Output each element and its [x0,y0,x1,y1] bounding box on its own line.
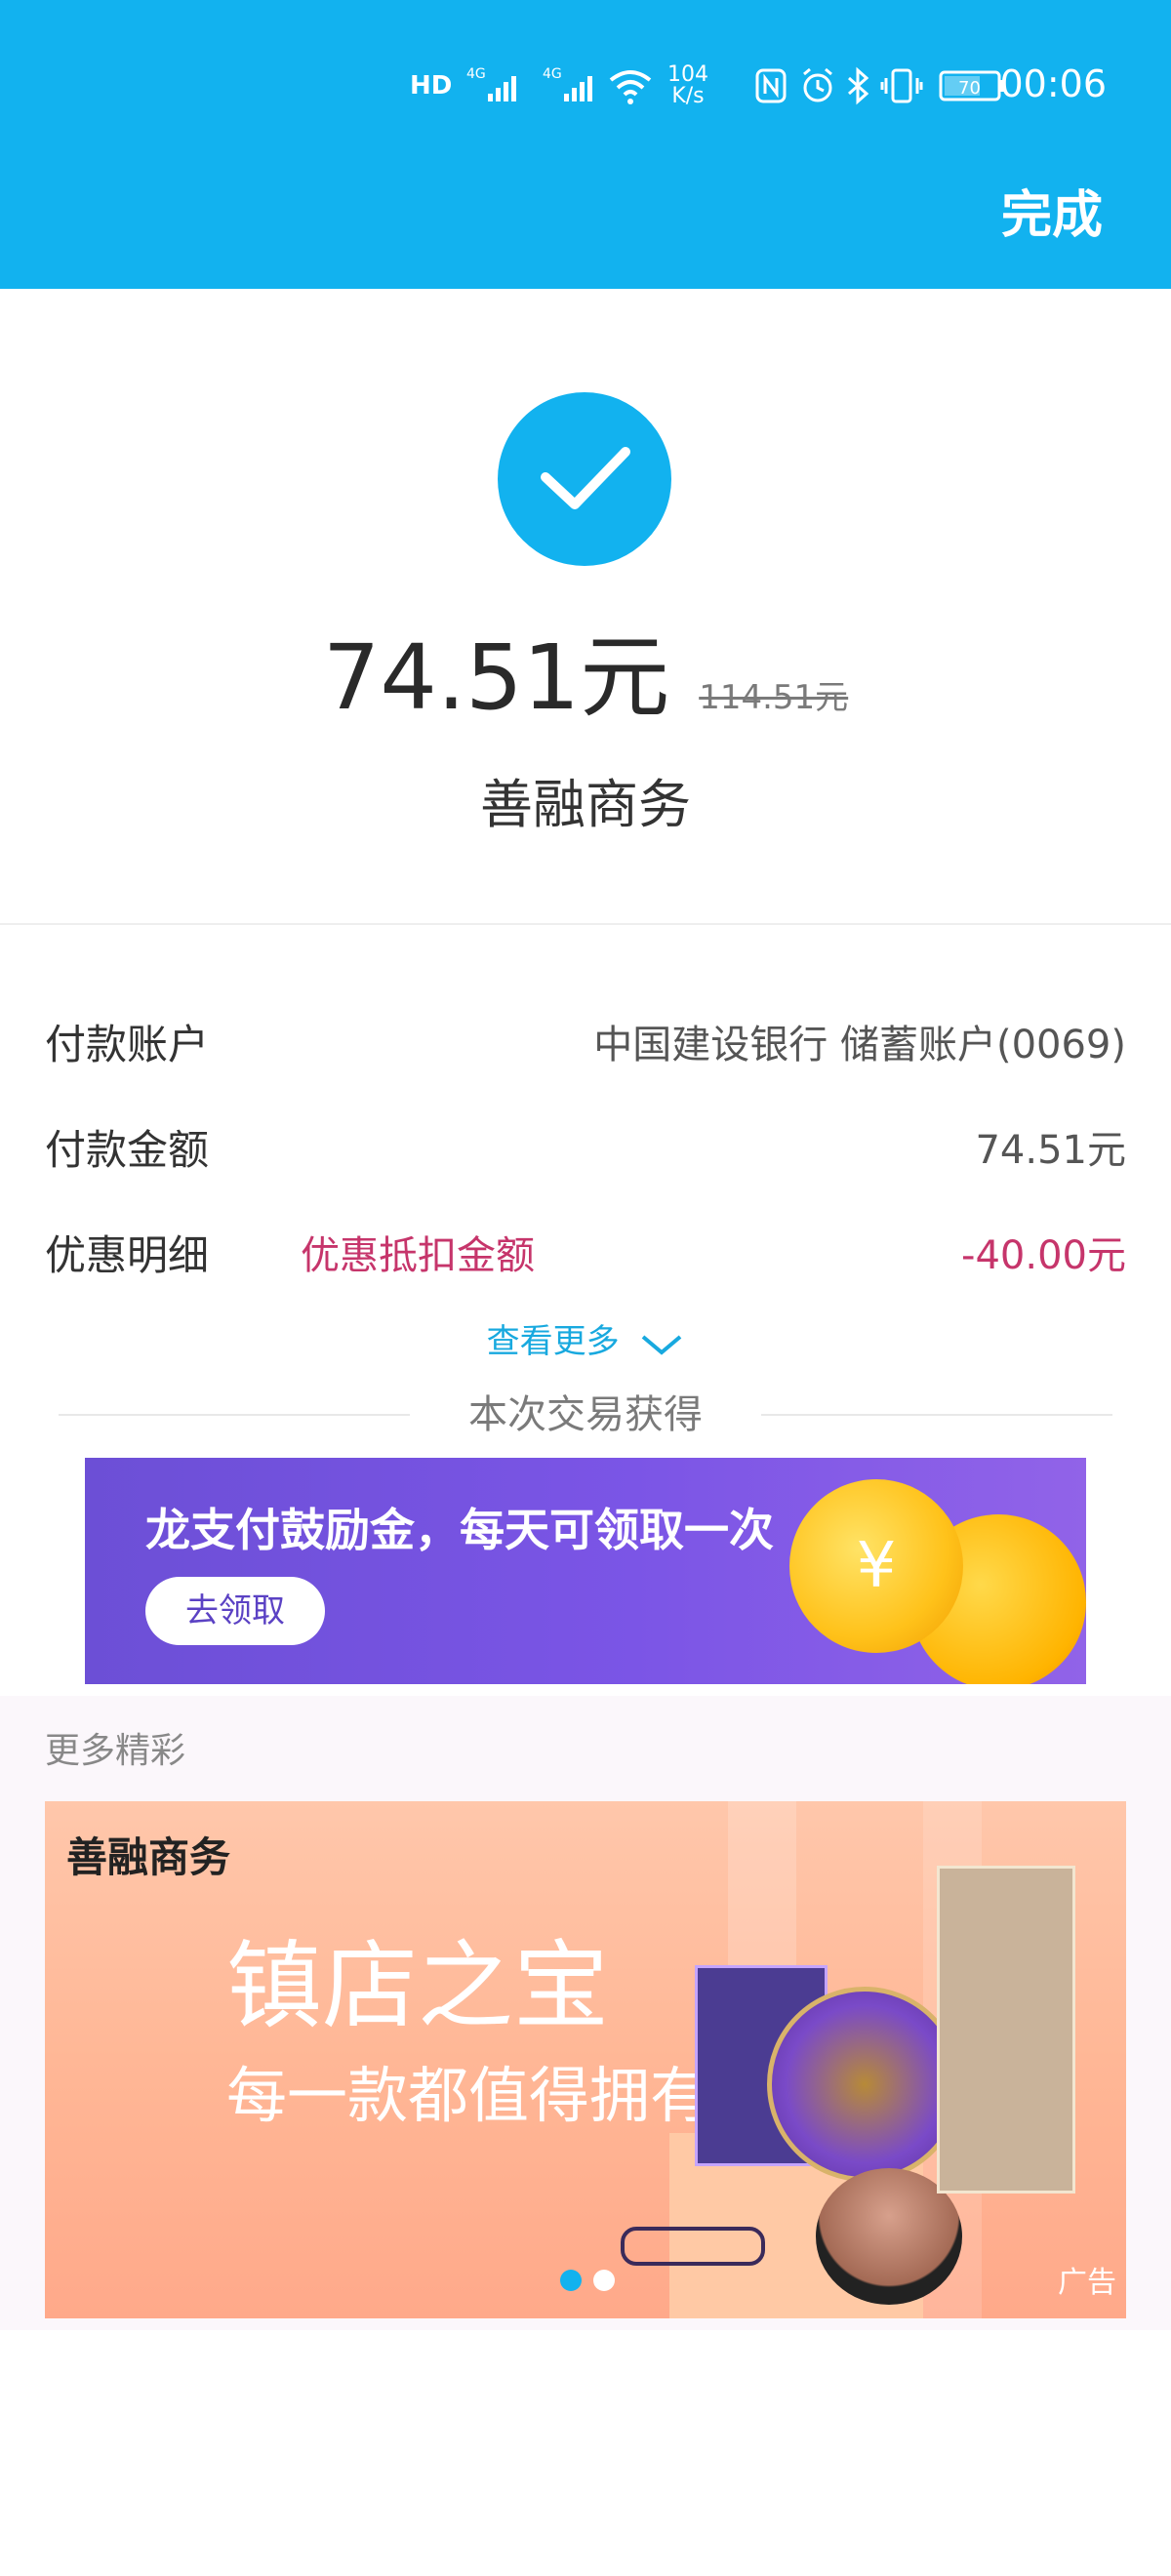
status-bar: HD 4G 4G 104 K/s 70 00:06 [0,0,1171,172]
carousel-dot[interactable] [593,2270,615,2291]
status-time: 00:06 [999,62,1107,105]
nfc-icon [753,64,788,107]
net-speed: 104 K/s [664,64,712,107]
ad-headline: 镇店之宝 [226,1931,610,2042]
header-bar: HD 4G 4G 104 K/s 70 00:06 完成 [0,0,1171,289]
done-button[interactable]: 完成 [1001,181,1103,250]
success-check-icon [498,392,671,566]
net-speed-value: 104 [667,62,708,87]
product-tin-icon [767,1987,962,2182]
detail-value: 中国建设银行 储蓄账户(0069) [593,1023,1126,1067]
detail-row-amount: 付款金额 74.51元 [45,1116,1126,1185]
discount-value: -40.00元 [961,1233,1126,1278]
bluetooth-icon [843,64,872,107]
alarm-icon [798,64,837,107]
rice-bag-icon [937,1866,1075,2194]
coin-icon: ¥ [789,1479,963,1653]
detail-row-account: 付款账户 中国建设银行 储蓄账户(0069) [45,1011,1126,1079]
paid-amount: 74.51元 [322,625,670,730]
discount-sub-label: 优惠抵扣金额 [301,1233,535,1278]
signal-2-label: 4G [543,66,562,82]
merchant-name: 善融商务 [480,774,691,835]
battery-icon: 70 [939,64,1007,107]
amount-row: 74.51元 114.51元 [0,624,1171,732]
signal-icon-1: 4G [466,64,535,107]
carousel-dot-active[interactable] [560,2270,582,2291]
original-amount: 114.51元 [699,678,849,717]
detail-label: 优惠明细 [45,1231,210,1279]
reward-banner[interactable]: ¥ 龙支付鼓励金，每天可领取一次 去领取 [85,1458,1086,1684]
detail-label: 付款账户 [45,1021,210,1068]
detail-value: 74.51元 [975,1128,1126,1173]
more-section-title: 更多精彩 [45,1731,186,1771]
ad-brand: 善融商务 [66,1833,231,1881]
reward-title: 龙支付鼓励金，每天可领取一次 [145,1504,774,1556]
claim-button[interactable]: 去领取 [145,1577,325,1645]
signal-icon-2: 4G [543,64,611,107]
signal-1-label: 4G [466,66,486,82]
gain-section-heading: 本次交易获得 [59,1386,1112,1444]
ad-subline: 每一款都值得拥有 [226,2060,711,2131]
battery-level: 70 [958,78,981,99]
chevron-down-icon [642,1334,682,1355]
vibrate-icon [880,64,923,107]
view-more-link[interactable]: 查看更多 [0,1317,1171,1366]
detail-label: 付款金额 [45,1126,210,1174]
hd-icon: HD [410,71,453,101]
view-more-label: 查看更多 [486,1322,620,1361]
net-speed-unit: K/s [671,84,705,108]
gain-title: 本次交易获得 [468,1392,703,1437]
ad-label: 广告 [1058,2266,1116,2300]
bracelet-icon [621,2227,765,2266]
wifi-icon [607,64,654,107]
ad-banner[interactable]: 善融商务 镇店之宝 每一款都值得拥有 广告 [45,1801,1126,2318]
detail-row-discount: 优惠明细 优惠抵扣金额 -40.00元 [45,1222,1126,1290]
divider [0,923,1171,925]
